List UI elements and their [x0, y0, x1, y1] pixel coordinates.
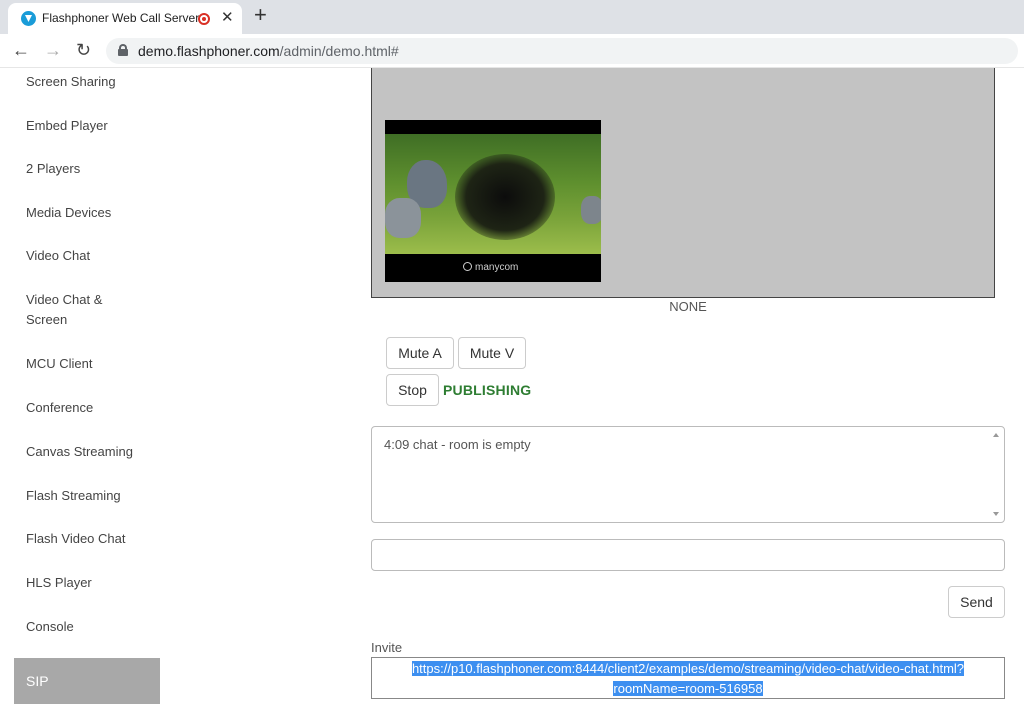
flashphoner-favicon-icon: [21, 11, 36, 26]
address-bar[interactable]: demo.flashphoner.com/admin/demo.html#: [106, 38, 1018, 64]
mute-audio-button[interactable]: Mute A: [386, 337, 454, 369]
sidebar-item-flash-streaming[interactable]: Flash Streaming: [26, 486, 156, 506]
sidebar-item-canvas-streaming[interactable]: Canvas Streaming: [26, 442, 156, 462]
mute-video-button[interactable]: Mute V: [458, 337, 526, 369]
tab-title: Flashphoner Web Call Server: [42, 11, 200, 25]
chat-log[interactable]: 4:09 chat - room is empty: [371, 426, 1005, 523]
back-arrow-icon[interactable]: ←: [12, 40, 30, 61]
browser-tab-bar: Flashphoner Web Call Server ✕ +: [0, 0, 1024, 34]
recording-indicator-icon: [198, 13, 210, 25]
invite-url-line-1: https://p10.flashphoner.com:8444/client2…: [411, 661, 965, 676]
sidebar-item-sip[interactable]: SIP: [14, 658, 160, 704]
sidebar-item-embed-player[interactable]: Embed Player: [26, 116, 156, 136]
local-video[interactable]: manycom: [385, 120, 601, 282]
forward-arrow-icon[interactable]: →: [44, 40, 62, 61]
invite-url-field[interactable]: https://p10.flashphoner.com:8444/client2…: [371, 657, 1005, 699]
invite-label: Invite: [371, 640, 403, 655]
tab-close-icon[interactable]: ✕: [221, 8, 234, 26]
sidebar-item-video-chat-screen[interactable]: Video Chat & Screen: [26, 290, 136, 330]
sidebar-item-hls-player[interactable]: HLS Player: [26, 573, 156, 593]
sidebar-item-flash-video-chat[interactable]: Flash Video Chat: [26, 529, 156, 549]
sidebar-item-mcu-client[interactable]: MCU Client: [26, 354, 156, 374]
address-url[interactable]: demo.flashphoner.com/admin/demo.html#: [138, 43, 399, 59]
scroll-up-icon[interactable]: [993, 433, 999, 437]
reload-icon[interactable]: ↻: [76, 40, 91, 61]
video-rock-shape: [385, 198, 421, 238]
scroll-down-icon[interactable]: [993, 512, 999, 516]
lock-icon[interactable]: [118, 44, 128, 56]
watermark-logo-icon: [463, 262, 472, 271]
video-cave-shape: [455, 154, 555, 240]
browser-tab[interactable]: Flashphoner Web Call Server ✕: [8, 3, 242, 34]
sidebar-item-conference[interactable]: Conference: [26, 398, 156, 418]
url-path: /admin/demo.html#: [279, 43, 399, 59]
sidebar-item-console[interactable]: Console: [26, 617, 156, 637]
chat-log-text: 4:09 chat - room is empty: [384, 437, 531, 452]
browser-toolbar: ← → ↻ demo.flashphoner.com/admin/demo.ht…: [0, 34, 1024, 68]
new-tab-button[interactable]: +: [254, 4, 267, 26]
remote-stream-status: NONE: [669, 299, 707, 314]
sidebar-item-screen-sharing[interactable]: Screen Sharing: [26, 72, 156, 92]
send-button[interactable]: Send: [948, 586, 1005, 618]
video-watermark-text: manycom: [475, 262, 519, 273]
demo-sidebar: Screen Sharing Embed Player 2 Players Me…: [0, 68, 180, 722]
invite-url-line-2: roomName=room-516958: [613, 681, 763, 696]
video-frame: [385, 134, 601, 254]
sidebar-item-video-chat[interactable]: Video Chat: [26, 246, 156, 266]
chat-message-input[interactable]: [371, 539, 1005, 571]
sidebar-item-2-players[interactable]: 2 Players: [26, 159, 156, 179]
video-watermark: manycom: [463, 262, 518, 273]
publish-status: PUBLISHING: [443, 382, 532, 398]
video-container: manycom: [371, 68, 995, 298]
sidebar-item-media-devices[interactable]: Media Devices: [26, 203, 156, 223]
stop-button[interactable]: Stop: [386, 374, 439, 406]
url-host: demo.flashphoner.com: [138, 43, 280, 59]
video-rock-shape: [581, 196, 601, 224]
